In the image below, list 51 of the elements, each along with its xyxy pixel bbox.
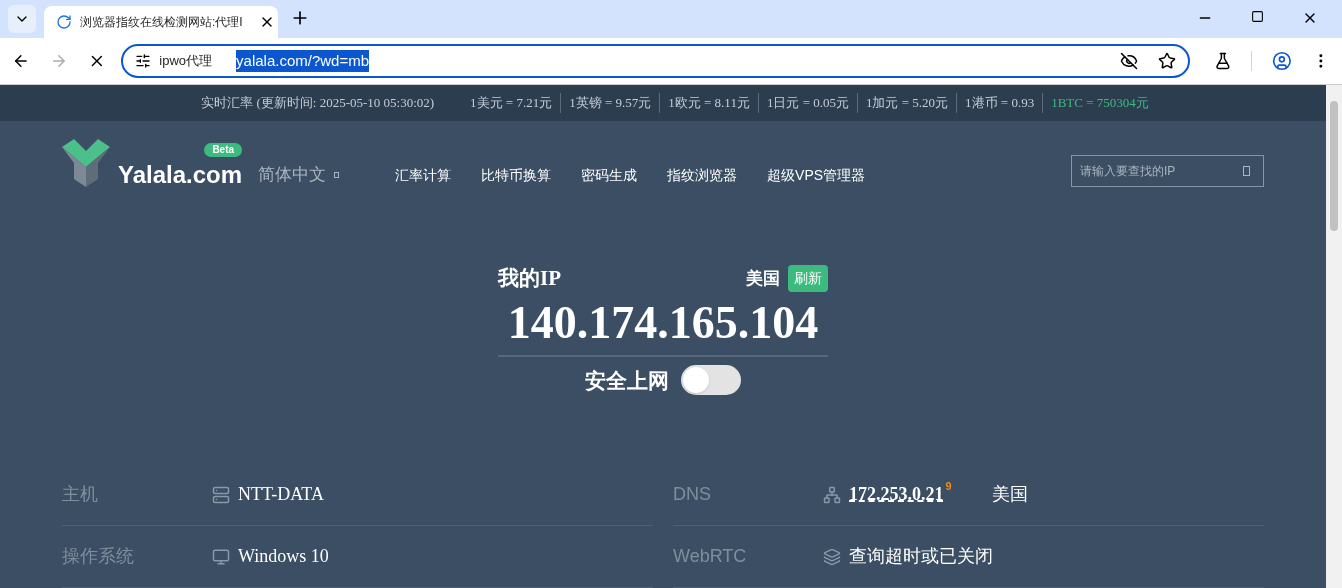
nav-link[interactable]: 汇率计算: [395, 164, 452, 186]
scrollbar[interactable]: [1326, 85, 1342, 588]
country-label: 美国: [746, 268, 780, 290]
exchange-rate: 1英镑 = 9.57元: [560, 93, 660, 113]
exchange-rate: 1美元 = 7.21元: [469, 94, 554, 113]
nav-link[interactable]: 超级VPS管理器: [767, 164, 866, 186]
info-label: 操作系统: [62, 545, 135, 568]
address-bar[interactable]: ipwo代理 yalala.com/?wd=mb: [121, 44, 1190, 78]
back-icon[interactable]: [12, 52, 30, 70]
dns-country: 美国: [991, 483, 1028, 506]
server-icon: [212, 485, 230, 504]
exchange-rate: 1欧元 = 8.11元: [659, 93, 758, 113]
beta-badge: Beta: [204, 143, 243, 157]
site-info-icon[interactable]: [135, 53, 152, 69]
dns-count: 9: [945, 480, 952, 492]
layers-icon: [823, 547, 841, 566]
network-icon: [823, 485, 841, 504]
exchange-rate: 1加元 = 5.20元: [857, 93, 957, 113]
maximize-icon[interactable]: [1251, 10, 1264, 23]
logo-text: Yalala.com: [118, 161, 243, 188]
flask-icon[interactable]: [1213, 52, 1232, 70]
exchange-rate: 1日元 = 0.05元: [757, 93, 857, 113]
ip-search-field[interactable]: 请输入要查找的IP: [1071, 155, 1264, 187]
profile-icon[interactable]: [1272, 51, 1293, 71]
info-label: WebRTC: [673, 545, 748, 568]
logo-icon: [62, 139, 110, 187]
ip-address: 140.174.165.104: [498, 294, 828, 357]
info-label: 主机: [62, 483, 99, 506]
url-text: yalala.com/?wd=mb: [236, 49, 370, 73]
tab-list-button[interactable]: [8, 5, 36, 33]
tab-title: 浏览器指纹在线检测网站:代理I: [80, 14, 243, 31]
exchange-rate: 1港币 = 0.93: [956, 93, 1043, 113]
nav-link[interactable]: 比特币换算: [481, 164, 552, 186]
info-value: 172.253.0.21: [849, 483, 944, 506]
nav-link[interactable]: 指纹浏览器: [667, 164, 738, 186]
my-ip-label: 我的IP: [498, 265, 561, 292]
info-value: NTT-DATA: [238, 483, 324, 506]
site-chip[interactable]: ipwo代理: [159, 51, 213, 71]
nav-link[interactable]: 密码生成: [581, 164, 638, 186]
secure-browsing-toggle[interactable]: [681, 365, 741, 396]
monitor-icon: [212, 547, 230, 566]
info-value: Windows 10: [238, 545, 329, 568]
language-selector[interactable]: 简体中文: [258, 162, 340, 188]
eye-off-icon[interactable]: [1119, 52, 1138, 70]
rate-update-label: 实时汇率 (更新时间: 2025-05-10 05:30:02): [201, 94, 435, 113]
info-value: 查询超时或已关闭: [849, 545, 993, 568]
browser-tab[interactable]: 浏览器指纹在线检测网站:代理I: [44, 6, 278, 38]
info-label: DNS: [673, 483, 712, 506]
exchange-rate: 1BTC = 750304元: [1042, 93, 1157, 113]
star-icon[interactable]: [1157, 52, 1176, 70]
secure-browsing-label: 安全上网: [585, 367, 669, 394]
